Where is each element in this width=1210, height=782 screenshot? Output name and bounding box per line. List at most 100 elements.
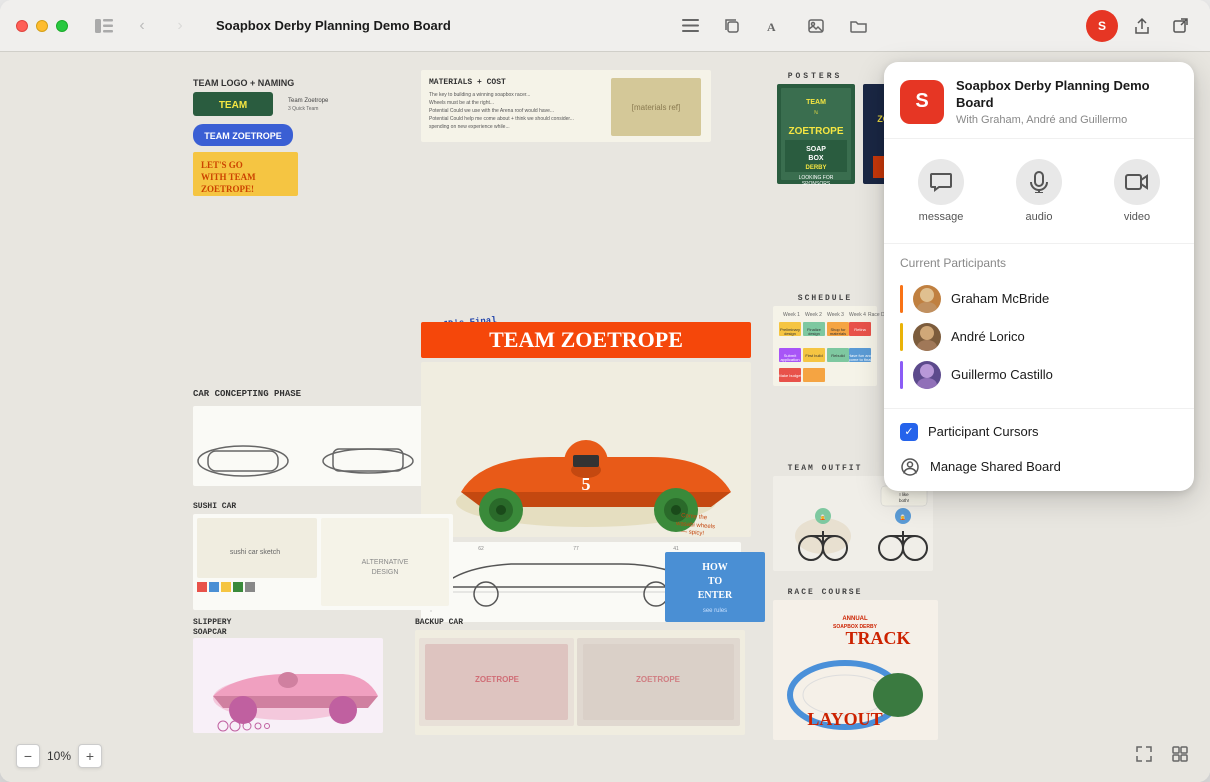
svg-text:WITH TEAM: WITH TEAM <box>201 172 256 182</box>
zoom-in-button[interactable]: + <box>78 744 102 768</box>
andre-avatar <box>913 323 941 351</box>
svg-text:POSTERS: POSTERS <box>788 72 843 81</box>
svg-text:application: application <box>780 357 799 362</box>
svg-text:ANNUAL: ANNUAL <box>842 616 868 622</box>
app-window: ‹ › Soapbox Derby Planning Demo Board <box>0 0 1210 782</box>
svg-text:sushi car sketch: sushi car sketch <box>230 549 280 556</box>
minimize-button[interactable] <box>36 20 48 32</box>
svg-text:ALTERNATIVE: ALTERNATIVE <box>362 559 409 566</box>
svg-text:ZOETROPE!: ZOETROPE! <box>201 184 254 194</box>
fit-to-screen-button[interactable] <box>1130 740 1158 768</box>
participant-row-graham: Graham McBride <box>900 280 1178 318</box>
svg-text:see rules: see rules <box>703 608 727 614</box>
svg-text:Rebuild: Rebuild <box>831 353 845 358</box>
titlebar-right: S <box>1086 10 1194 42</box>
svg-text:SOAPCAR: SOAPCAR <box>193 628 227 637</box>
svg-text:spending on new experience whi: spending on new experience while... <box>429 124 510 130</box>
svg-text:SUSHI CAR: SUSHI CAR <box>193 502 236 511</box>
audio-icon <box>1016 159 1062 205</box>
bottom-toolbar: − 10% + <box>16 744 102 768</box>
svg-text:Week 4: Week 4 <box>849 312 866 318</box>
participants-section: Current Participants Graham McBride Andr… <box>884 244 1194 402</box>
svg-text:Make budget: Make budget <box>778 373 802 378</box>
svg-text:TEAM ZOETROPE: TEAM ZOETROPE <box>204 131 282 141</box>
grid-view-button[interactable] <box>1166 740 1194 768</box>
svg-text:TO: TO <box>708 576 722 587</box>
svg-text:design: design <box>808 331 820 336</box>
svg-text:BOX: BOX <box>808 155 824 162</box>
audio-action-button[interactable]: audio <box>1000 153 1078 229</box>
image-icon[interactable] <box>802 12 830 40</box>
svg-text:SOAP: SOAP <box>806 146 826 153</box>
andre-color-bar <box>900 323 903 351</box>
zoom-out-button[interactable]: − <box>16 744 40 768</box>
list-view-icon[interactable] <box>676 12 704 40</box>
message-label: message <box>919 211 964 223</box>
svg-text:materials: materials <box>830 331 846 336</box>
svg-text:Week 3: Week 3 <box>827 312 844 318</box>
titlebar: ‹ › Soapbox Derby Planning Demo Board <box>0 0 1210 52</box>
svg-text:I like: I like <box>899 492 909 497</box>
svg-text:TEAM OUTFIT: TEAM OUTFIT <box>788 464 863 473</box>
external-link-icon[interactable] <box>1166 12 1194 40</box>
board-info: Soapbox Derby Planning Demo Board With G… <box>956 78 1178 126</box>
sidebar-toggle-button[interactable] <box>90 12 118 40</box>
divider-1 <box>884 408 1194 409</box>
svg-text:🧝: 🧝 <box>820 514 826 521</box>
manage-shared-board-row[interactable]: Manage Shared Board <box>884 449 1194 491</box>
folder-icon[interactable] <box>844 12 872 40</box>
svg-text:TEAM: TEAM <box>219 100 247 111</box>
participant-row-guillermo: Guillermo Castillo <box>900 356 1178 394</box>
svg-text:Wheels must be at the right...: Wheels must be at the right... <box>429 100 494 106</box>
svg-text:DERBY: DERBY <box>805 165 826 171</box>
svg-text:design: design <box>784 331 796 336</box>
svg-text:TRACK: TRACK <box>845 628 910 648</box>
svg-text:ℕ: ℕ <box>814 110 818 116</box>
video-action-button[interactable]: video <box>1098 153 1176 229</box>
share-button[interactable] <box>1128 12 1156 40</box>
participants-heading: Current Participants <box>900 256 1178 270</box>
forward-button[interactable]: › <box>166 12 194 40</box>
copy-icon[interactable] <box>718 12 746 40</box>
graham-name: Graham McBride <box>951 291 1049 306</box>
svg-text:RACE COURSE: RACE COURSE <box>788 588 863 597</box>
svg-text:TEAM ZOETROPE: TEAM ZOETROPE <box>489 327 683 352</box>
back-button[interactable]: ‹ <box>128 12 156 40</box>
svg-text:LAYOUT: LAYOUT <box>807 709 882 729</box>
text-format-icon[interactable]: A <box>760 12 788 40</box>
svg-text:3 Quick Team: 3 Quick Team <box>288 106 318 112</box>
maximize-button[interactable] <box>56 20 68 32</box>
manage-icon <box>900 457 920 477</box>
manage-label: Manage Shared Board <box>930 459 1061 474</box>
svg-text:Week 2: Week 2 <box>805 312 822 318</box>
svg-text:BACKUP CAR: BACKUP CAR <box>415 618 463 627</box>
svg-text:62: 62 <box>478 546 484 552</box>
svg-text:77: 77 <box>573 546 579 552</box>
svg-text:DESIGN: DESIGN <box>372 569 399 576</box>
svg-text:The key to building a winning: The key to building a winning soapbox ra… <box>429 92 530 98</box>
titlebar-left: ‹ › Soapbox Derby Planning Demo Board <box>16 12 463 40</box>
guillermo-avatar <box>913 361 941 389</box>
svg-text:Potential Could we use with th: Potential Could we use with the Arena ro… <box>429 108 554 114</box>
traffic-lights <box>16 20 68 32</box>
svg-text:ZOETROPE: ZOETROPE <box>788 126 843 137</box>
window-title: Soapbox Derby Planning Demo Board <box>216 18 451 33</box>
participant-cursors-row[interactable]: ✓ Participant Cursors <box>884 415 1194 449</box>
guillermo-color-bar <box>900 361 903 389</box>
close-button[interactable] <box>16 20 28 32</box>
user-avatar-button[interactable]: S <box>1086 10 1118 42</box>
message-action-button[interactable]: message <box>902 153 980 229</box>
svg-text:SCHEDULE: SCHEDULE <box>798 294 852 303</box>
popover-header: S Soapbox Derby Planning Demo Board With… <box>884 62 1194 139</box>
popover-actions: message audio <box>884 139 1194 244</box>
video-label: video <box>1124 211 1150 223</box>
svg-text:TEAM: TEAM <box>806 99 826 106</box>
svg-text:Team Zoetrope: Team Zoetrope <box>288 98 329 104</box>
svg-text:LET'S GO: LET'S GO <box>201 160 243 170</box>
cursor-checkbox[interactable]: ✓ <box>900 423 918 441</box>
svg-text:Retina: Retina <box>854 327 866 332</box>
svg-text:HOW: HOW <box>702 562 728 573</box>
svg-text:SPONSORS: SPONSORS <box>802 181 831 187</box>
graham-color-bar <box>900 285 903 313</box>
svg-text:ENTER: ENTER <box>698 590 733 601</box>
